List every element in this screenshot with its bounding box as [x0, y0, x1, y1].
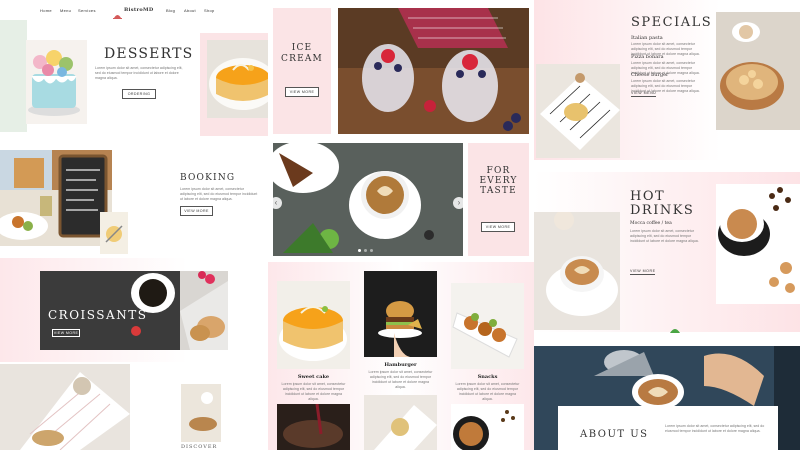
nav-bar: Home Menu Services BistroMD Blog About S…: [0, 0, 268, 20]
drinks-cappuccino-photo: [534, 212, 620, 330]
page-middle: ICE CREAM VIEW MORE ‹ › FOR EVERY TASTE …: [268, 0, 534, 450]
drinks-view-more-link[interactable]: VIEW MORE: [630, 269, 656, 275]
specials-item-2: Pizza bonara: [631, 54, 664, 60]
slider-dot-1[interactable]: [358, 249, 361, 252]
product-snacks-desc: Lorem ipsum dolor sit amet, consectetur …: [455, 382, 520, 401]
bottom-left-photo: [0, 364, 130, 450]
nav-blog[interactable]: Blog: [166, 8, 175, 13]
product-sweet-cake-name: Sweet cake: [297, 374, 330, 380]
bottom-left-small-photo: [181, 384, 221, 442]
booking-view-button[interactable]: VIEW MORE: [180, 206, 213, 216]
drinks-espresso-photo: [716, 184, 800, 304]
nav-shop[interactable]: Shop: [204, 8, 215, 13]
slider-next-button[interactable]: ›: [453, 197, 465, 209]
drinks-title-line1: HOT: [630, 189, 666, 204]
product-row2-photo-2: [364, 395, 437, 450]
about-text: Lorem ipsum dolor sit amet, consectetur …: [665, 424, 765, 433]
taste-line1: FOR: [486, 166, 511, 176]
product-hamburger-photo: [364, 271, 437, 357]
desserts-cake-photo: [26, 40, 87, 124]
page-right: SPECIALS Italian pasta Lorem ipsum dolor…: [534, 0, 800, 450]
product-sweet-cake-desc: Lorem ipsum dolor sit amet, consectetur …: [281, 382, 346, 401]
slider-dot-3[interactable]: [370, 249, 373, 252]
desserts-cheesecake-photo: [207, 40, 268, 118]
brand-name[interactable]: BistroMD: [124, 7, 154, 13]
taste-pink-block: [468, 143, 529, 256]
icecream-view-button[interactable]: VIEW MORE: [285, 87, 319, 97]
specials-title: SPECIALS: [631, 15, 713, 30]
desserts-title: DESSERTS: [104, 46, 194, 62]
green-accent-icon: [670, 320, 680, 333]
taste-line2: EVERY: [479, 176, 518, 186]
page-left: Home Menu Services BistroMD Blog About S…: [0, 0, 268, 450]
specials-view-menu-link[interactable]: VIEW MENU: [631, 91, 657, 97]
specials-pasta-photo: [536, 64, 620, 158]
icecream-photo: [338, 8, 529, 134]
icecream-pink-block: [273, 8, 331, 134]
booking-small-photo: [100, 212, 128, 254]
nav-home[interactable]: Home: [40, 8, 52, 13]
about-title: ABOUT US: [580, 429, 649, 440]
desserts-text: Lorem ipsum dolor sit amet, consectetur …: [95, 66, 183, 80]
bottom-left-caption: DISCOVER: [181, 444, 218, 450]
product-row2-photo-3: [451, 404, 524, 450]
icecream-title-line1: ICE: [291, 43, 313, 53]
brand-logo-icon: [113, 6, 122, 19]
drinks-text: Lorem ipsum dolor sit amet, consectetur …: [630, 229, 699, 243]
product-row2-photo-1: [277, 404, 350, 450]
drinks-subtitle: Mocca coffee / tea: [630, 221, 672, 226]
product-snacks-photo: [451, 283, 524, 369]
latte-slider-photo: [273, 143, 463, 256]
taste-view-button[interactable]: VIEW MORE: [481, 222, 515, 232]
specials-item-3: Cheese burger: [631, 72, 669, 78]
specials-item-1: Italian pasta: [631, 35, 663, 41]
desserts-order-button[interactable]: ORDERING: [122, 89, 156, 99]
icecream-title-line2: CREAM: [281, 54, 323, 64]
slider-dot-2[interactable]: [364, 249, 367, 252]
croissants-view-button[interactable]: VIEW MORE: [52, 329, 80, 337]
nav-about[interactable]: About: [184, 8, 196, 13]
drinks-title-line2: DRINKS: [630, 203, 695, 218]
product-sweet-cake-photo: [277, 281, 350, 369]
product-hamburger-desc: Lorem ipsum dolor sit amet, consectetur …: [368, 370, 433, 389]
croissants-title: CROISSANTS: [48, 308, 148, 322]
specials-dessert-photo: [716, 12, 800, 130]
nav-menu[interactable]: Menu: [60, 8, 71, 13]
taste-line3: TASTE: [480, 186, 517, 196]
product-hamburger-name: Hamburger: [384, 362, 417, 368]
booking-title: BOOKING: [180, 173, 236, 183]
booking-text: Lorem ipsum dolor sit amet, consectetur …: [180, 187, 258, 201]
nav-services[interactable]: Services: [78, 8, 96, 13]
slider-prev-button[interactable]: ‹: [270, 197, 282, 209]
product-snacks-name: Snacks: [477, 374, 498, 380]
desserts-bg-mint: [0, 20, 27, 132]
booking-cafe-photo: [0, 150, 112, 246]
